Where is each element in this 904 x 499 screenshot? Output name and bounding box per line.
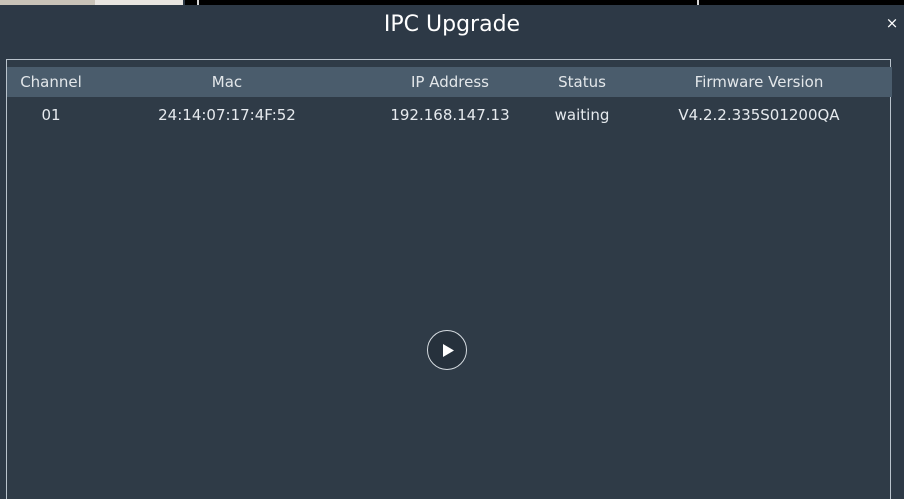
table-row[interactable]: 01 24:14:07:17:4F:52 192.168.147.13 wait…: [7, 100, 892, 130]
close-button[interactable]: ×: [884, 12, 900, 34]
close-icon: ×: [885, 14, 899, 32]
column-header-channel: Channel: [20, 73, 82, 91]
cell-channel: 01: [41, 106, 61, 124]
column-header-mac: Mac: [211, 73, 243, 91]
column-header-firmware-version: Firmware Version: [694, 73, 824, 91]
cell-firmware-version: V4.2.2.335S01200QA: [678, 106, 840, 124]
dialog-title: IPC Upgrade: [383, 12, 521, 37]
column-header-status: Status: [558, 73, 606, 91]
play-icon: [443, 344, 454, 357]
upgrade-table-panel: Channel Mac IP Address Status Firmware V…: [6, 59, 892, 499]
table-header: Channel Mac IP Address Status Firmware V…: [7, 67, 892, 97]
play-button[interactable]: [427, 330, 467, 370]
column-header-ip-address: IP Address: [411, 73, 489, 91]
cell-mac: 24:14:07:17:4F:52: [158, 106, 296, 124]
ipc-upgrade-screen: IPC Upgrade × Channel Mac IP Address Sta…: [0, 0, 904, 499]
cell-status: waiting: [554, 106, 610, 124]
cell-ip-address: 192.168.147.13: [390, 106, 510, 124]
